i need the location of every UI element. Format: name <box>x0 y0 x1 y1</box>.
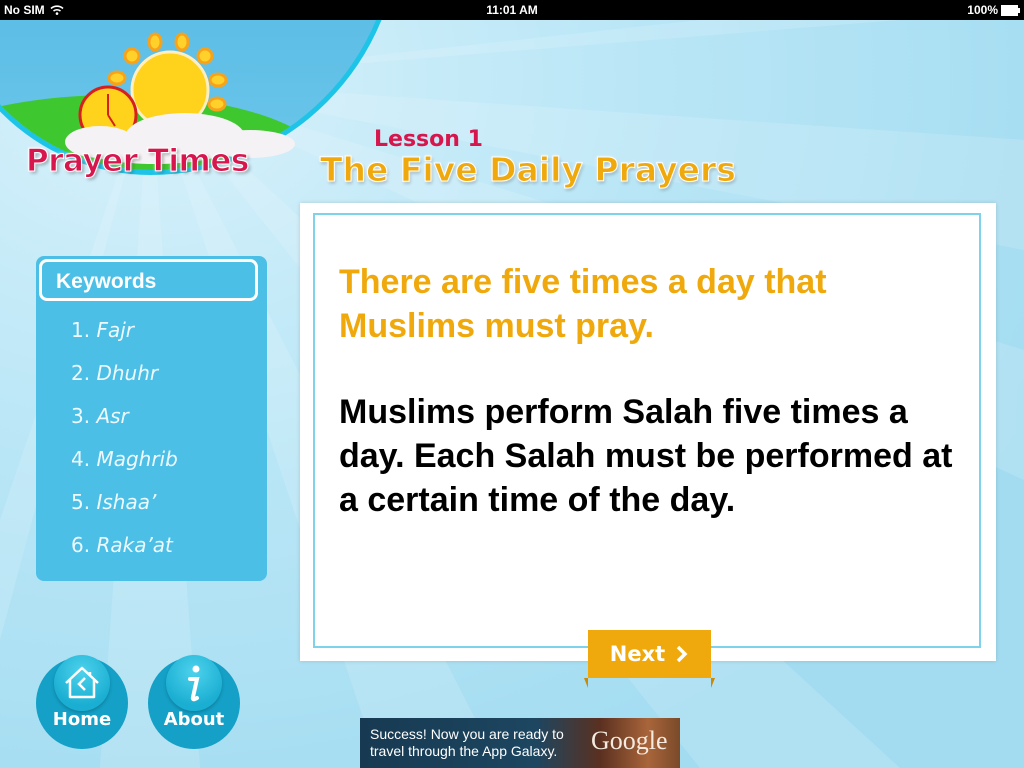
about-button[interactable]: About <box>148 655 240 749</box>
keyword-term: Maghrib <box>96 447 178 471</box>
lesson-number: Lesson 1 <box>374 127 483 152</box>
lesson-lead-text: There are five times a day that Muslims … <box>339 263 827 345</box>
keyword-number: 4. <box>71 447 91 471</box>
chevron-right-icon <box>676 645 688 663</box>
app-title: Prayer Times <box>26 143 250 180</box>
keyword-item[interactable]: 6. Raka’at <box>71 533 178 576</box>
keyword-number: 2. <box>71 361 91 385</box>
keyword-number: 3. <box>71 404 91 428</box>
keyword-item[interactable]: 5. Ishaa’ <box>71 490 178 533</box>
home-icon <box>54 655 110 711</box>
lesson-body-text: Muslims perform Salah five times a day. … <box>339 393 953 519</box>
keyword-term: Asr <box>96 404 129 428</box>
lesson-card-frame: There are five times a day that Muslims … <box>313 213 981 648</box>
info-icon <box>166 655 222 711</box>
keyword-item[interactable]: 2. Dhuhr <box>71 361 178 404</box>
keywords-panel: Keywords 1. Fajr 2. Dhuhr 3. Asr 4. Magh… <box>36 256 267 581</box>
keyword-number: 5. <box>71 490 91 514</box>
battery-percent: 100% <box>967 3 998 17</box>
home-label: Home <box>52 709 112 730</box>
clock: 11:01 AM <box>486 3 538 17</box>
ad-banner[interactable]: Success! Now you are ready to travel thr… <box>360 718 680 768</box>
keyword-number: 1. <box>71 318 91 342</box>
next-button[interactable]: Next <box>584 630 715 688</box>
battery-icon <box>1001 4 1020 16</box>
ad-text: Success! Now you are ready to travel thr… <box>370 726 564 759</box>
keyword-term: Dhuhr <box>96 361 159 385</box>
about-label: About <box>163 709 225 730</box>
keyword-item[interactable]: 3. Asr <box>71 404 178 447</box>
keywords-list: 1. Fajr 2. Dhuhr 3. Asr 4. Maghrib 5. Is… <box>71 318 178 576</box>
keyword-term: Raka’at <box>96 533 173 557</box>
keyword-item[interactable]: 4. Maghrib <box>71 447 178 490</box>
keywords-header: Keywords <box>39 259 258 301</box>
keyword-item[interactable]: 1. Fajr <box>71 318 178 361</box>
next-label: Next <box>609 642 666 666</box>
app-screen: Prayer Times Lesson 1 The Five Daily Pra… <box>0 20 1024 768</box>
ad-brand-logo: Google <box>591 726 668 755</box>
home-button[interactable]: Home <box>36 655 128 749</box>
status-bar: No SIM 11:01 AM 100% <box>0 0 1024 20</box>
keyword-term: Ishaa’ <box>96 490 157 514</box>
lesson-card: There are five times a day that Muslims … <box>300 203 996 661</box>
lesson-title: The Five Daily Prayers <box>320 150 737 190</box>
keyword-term: Fajr <box>96 318 134 342</box>
keyword-number: 6. <box>71 533 91 557</box>
